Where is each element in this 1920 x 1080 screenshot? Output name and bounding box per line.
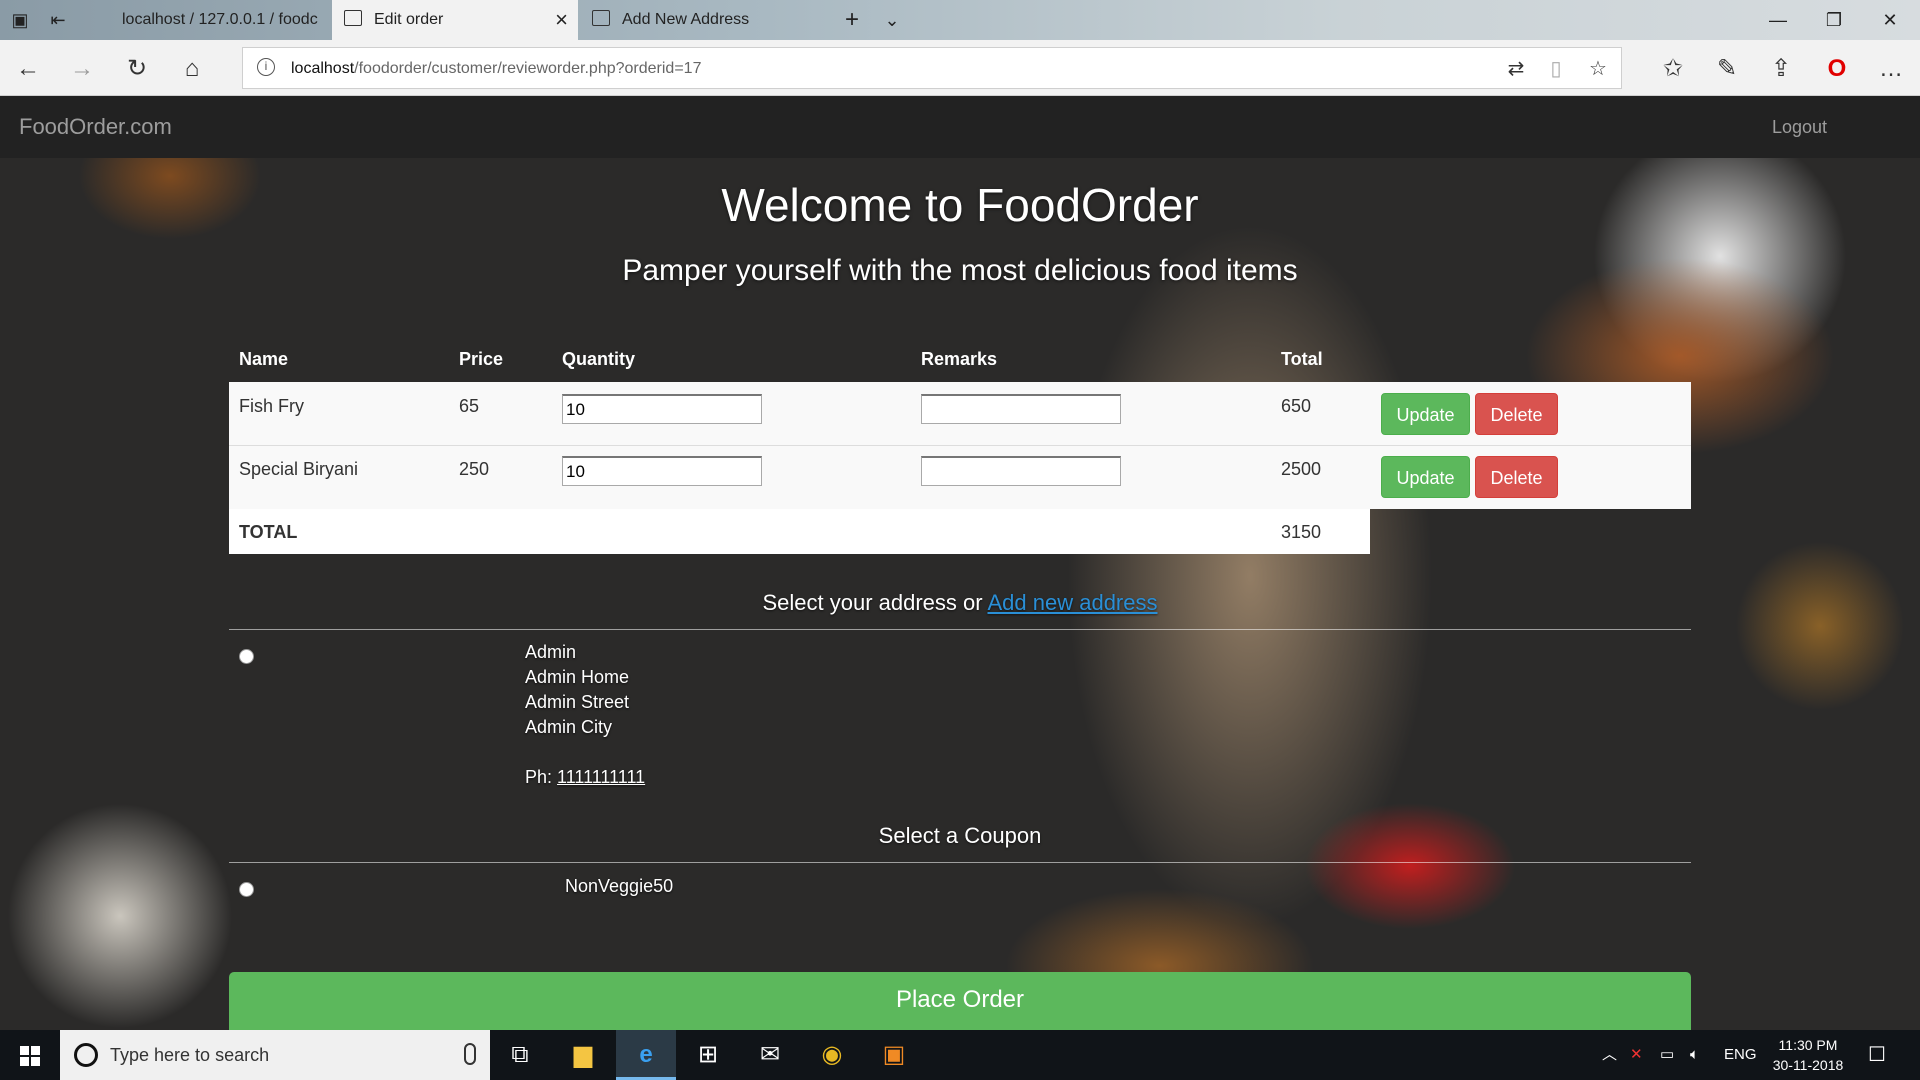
show-hidden-icons-icon[interactable]: ︿: [1602, 1030, 1617, 1080]
address-heading: Select your address or Add new address: [762, 590, 1158, 615]
brand-link[interactable]: FoodOrder.com: [19, 114, 172, 140]
tab-add-new-address[interactable]: Add New Address: [580, 0, 830, 40]
browser-address-bar: ← → ↻ ⌂ i localhost/foodorder/customer/r…: [0, 40, 1920, 96]
file-explorer-icon[interactable]: ▆: [553, 1030, 613, 1080]
logout-link[interactable]: Logout: [1772, 117, 1827, 138]
info-icon[interactable]: i: [257, 58, 275, 76]
address-line: Admin Street: [525, 692, 630, 712]
microphone-icon[interactable]: [464, 1043, 476, 1065]
favorites-icon[interactable]: ✩: [1658, 54, 1688, 84]
coupon-radio[interactable]: [239, 882, 254, 897]
address-line: Admin Home: [525, 667, 630, 687]
windows-start-icon[interactable]: [0, 1030, 60, 1080]
section-divider: [229, 862, 1691, 863]
tab-preview-chevron-icon[interactable]: ⌄: [880, 8, 904, 32]
address-line: Admin City: [525, 717, 613, 737]
tab-label: Edit order: [374, 11, 444, 28]
home-icon[interactable]: ⌂: [177, 54, 207, 84]
column-header-total: Total: [1281, 349, 1323, 369]
xampp-icon[interactable]: ▣: [864, 1030, 924, 1080]
item-total: 650: [1281, 396, 1312, 416]
remarks-input[interactable]: [921, 394, 1121, 424]
item-total: 2500: [1281, 459, 1322, 479]
coupon-name: NonVeggie50: [565, 876, 674, 896]
share-icon[interactable]: ⇪: [1766, 54, 1796, 84]
site-navbar: FoodOrder.com Logout: [0, 96, 1920, 158]
page-subtitle: Pamper yourself with the most delicious …: [622, 254, 1298, 287]
store-icon[interactable]: ⊞: [678, 1030, 738, 1080]
url-text: localhost/foodorder/customer/revieworder…: [291, 60, 702, 77]
forward-icon[interactable]: →: [67, 54, 97, 84]
tab-manager-icon[interactable]: ▣: [8, 8, 32, 32]
item-name: Fish Fry: [239, 396, 304, 416]
page-content: FoodOrder.com Logout Welcome to FoodOrde…: [0, 96, 1920, 1030]
address-phone: Ph: 1111111111: [525, 767, 646, 787]
total-row: [229, 509, 1370, 554]
volume-icon[interactable]: 🔈︎: [1690, 1030, 1699, 1080]
edge-icon[interactable]: e: [616, 1030, 676, 1080]
column-header-name: Name: [239, 349, 289, 369]
place-order-button[interactable]: Place Order: [229, 972, 1691, 1030]
translate-icon[interactable]: ⇄: [1503, 58, 1529, 80]
quantity-input[interactable]: [562, 456, 762, 486]
url-field[interactable]: i localhost/foodorder/customer/revieword…: [242, 47, 1622, 89]
browser-tab-bar: ▣ ⇤ localhost / 127.0.0.1 / foodc Edit o…: [0, 0, 1920, 40]
grand-total: 3150: [1281, 522, 1322, 542]
delete-button[interactable]: Delete: [1475, 456, 1558, 498]
restore-icon[interactable]: ❐: [1807, 0, 1861, 40]
add-new-address-link[interactable]: Add new address: [988, 590, 1158, 615]
coupon-heading: Select a Coupon: [878, 823, 1042, 848]
section-divider: [229, 629, 1691, 630]
reading-view-icon[interactable]: ▯: [1543, 58, 1569, 80]
task-view-icon[interactable]: ⧉: [490, 1030, 550, 1080]
close-window-icon[interactable]: ✕: [1863, 0, 1917, 40]
column-header-quantity: Quantity: [562, 349, 636, 369]
minimize-icon[interactable]: —: [1751, 0, 1805, 40]
back-icon[interactable]: ←: [13, 54, 43, 84]
system-clock[interactable]: 11:30 PM 30-11-2018: [1768, 1035, 1848, 1075]
update-button[interactable]: Update: [1381, 393, 1470, 435]
search-placeholder: Type here to search: [110, 1045, 270, 1065]
item-price: 65: [459, 396, 480, 416]
address-line: Admin: [525, 642, 577, 662]
windows-taskbar: Type here to search ⧉ ▆ e ⊞ ✉ ◉ ▣ ︿ ✕ ▭ …: [0, 1030, 1920, 1080]
tab-phpmyadmin[interactable]: localhost / 127.0.0.1 / foodc: [88, 0, 328, 40]
remarks-input[interactable]: [921, 456, 1121, 486]
new-tab-icon[interactable]: +: [840, 8, 864, 32]
page-icon: [592, 10, 610, 26]
refresh-icon[interactable]: ↻: [122, 54, 152, 84]
total-label: TOTAL: [239, 522, 298, 542]
item-name: Special Biryani: [239, 459, 359, 479]
more-icon[interactable]: …: [1876, 54, 1906, 84]
page-title: Welcome to FoodOrder: [721, 179, 1199, 231]
tab-label: Add New Address: [622, 11, 750, 28]
column-header-price: Price: [459, 349, 504, 369]
clock-time: 11:30 PM: [1778, 1037, 1838, 1053]
column-header-remarks: Remarks: [921, 349, 998, 369]
taskbar-search-box[interactable]: Type here to search: [60, 1030, 490, 1080]
item-price: 250: [459, 459, 490, 479]
delete-button[interactable]: Delete: [1475, 393, 1558, 435]
quantity-input[interactable]: [562, 394, 762, 424]
network-icon[interactable]: ✕: [1630, 1030, 1643, 1080]
tab-label: localhost / 127.0.0.1 / foodc: [122, 11, 318, 28]
set-aside-tabs-icon[interactable]: ⇤: [46, 8, 70, 32]
language-indicator[interactable]: ENG: [1724, 1030, 1757, 1080]
address-radio[interactable]: [239, 649, 254, 664]
opera-icon[interactable]: O: [1822, 54, 1852, 84]
favorite-star-icon[interactable]: ☆: [1585, 58, 1611, 80]
cortana-icon: [74, 1043, 98, 1067]
close-tab-icon[interactable]: ×: [555, 0, 568, 40]
phone-link[interactable]: 1111111111: [557, 767, 645, 787]
update-button[interactable]: Update: [1381, 456, 1470, 498]
mail-icon[interactable]: ✉: [740, 1030, 800, 1080]
tab-edit-order[interactable]: Edit order ×: [332, 0, 578, 40]
pen-icon[interactable]: ✎: [1712, 54, 1742, 84]
battery-icon[interactable]: ▭: [1660, 1030, 1674, 1080]
clock-date: 30-11-2018: [1772, 1057, 1844, 1073]
page-icon: [344, 10, 362, 26]
action-center-icon[interactable]: ☐: [1868, 1030, 1886, 1080]
chrome-icon[interactable]: ◉: [802, 1030, 862, 1080]
